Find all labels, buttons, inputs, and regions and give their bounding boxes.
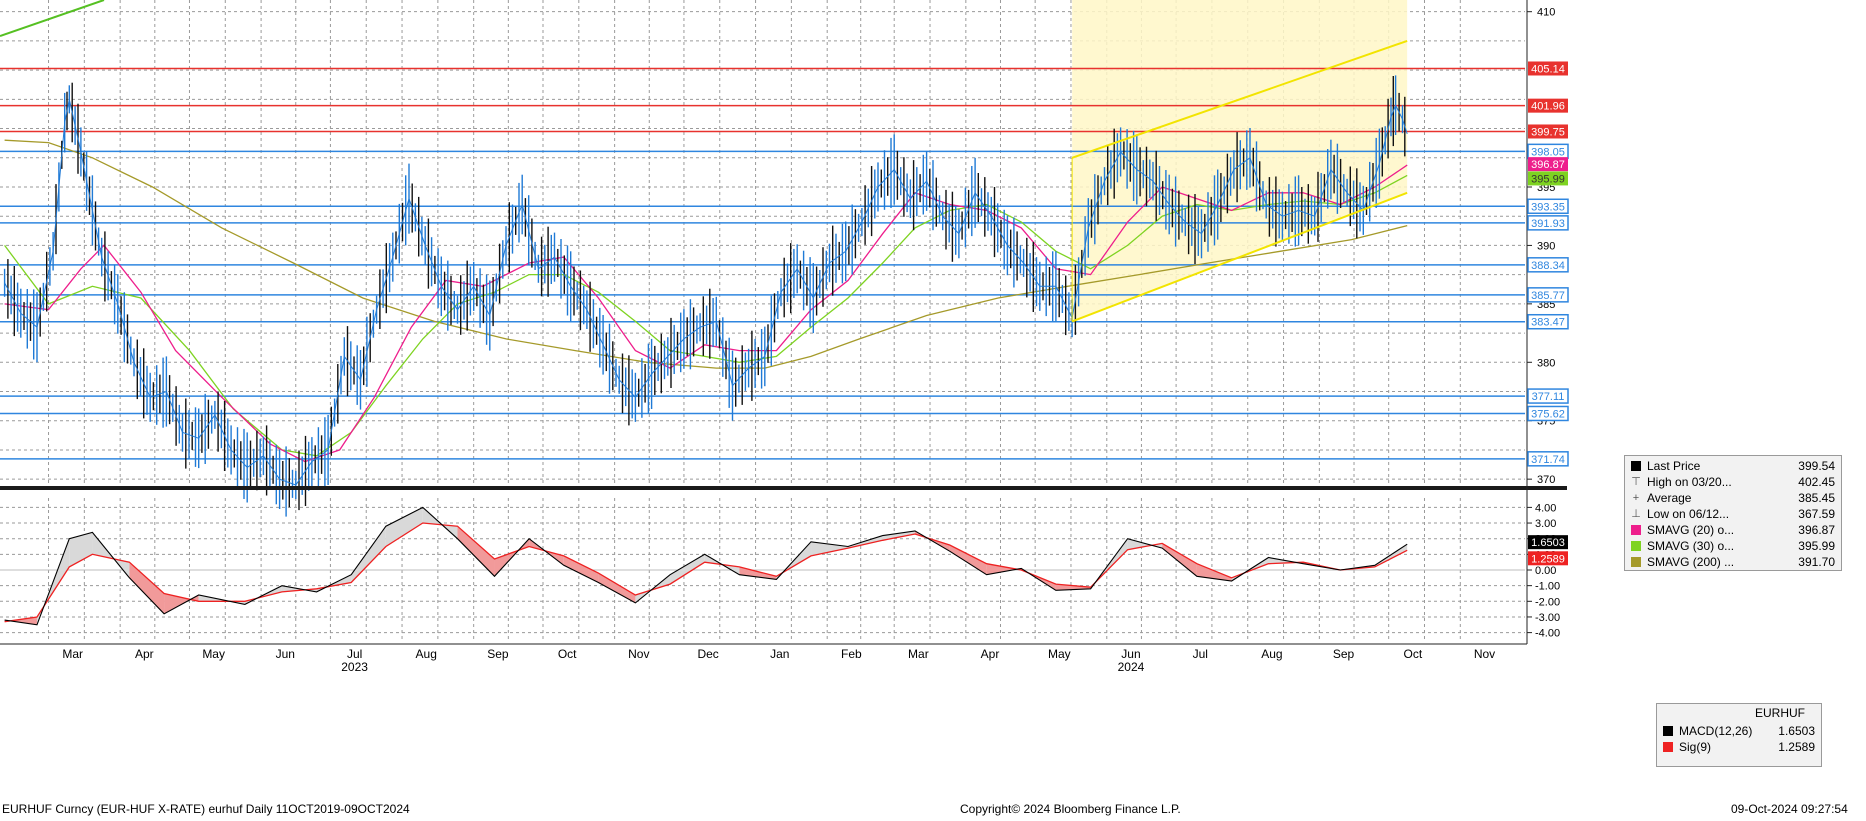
macd-value-tag: 1.2589 (1531, 553, 1565, 565)
y-tick-label: -3.00 (1535, 612, 1560, 624)
panel-separator (0, 486, 1567, 490)
x-tick-label: Jan (770, 647, 789, 661)
macd-legend: EURHUF MACD(12,26) 1.6503 Sig(9) 1.2589 (1656, 703, 1822, 767)
legend-item-smavg-30: SMAVG (30) o... 395.99 (1625, 538, 1841, 554)
x-tick-label: Oct (558, 647, 577, 661)
x-tick-label: May (1048, 647, 1071, 661)
y-tick-label: -2.00 (1535, 596, 1560, 608)
level-tag: 371.74 (1531, 454, 1565, 466)
footer-timestamp: 09-Oct-2024 09:27:54 (1731, 802, 1848, 816)
y-tick-label: 410 (1537, 7, 1555, 19)
x-tick-label: May (202, 647, 225, 661)
square-icon (1631, 557, 1641, 567)
y-tick-label: 4.00 (1535, 502, 1556, 514)
x-tick-label: Dec (697, 647, 718, 661)
y-tick-label: 380 (1537, 357, 1555, 369)
footer-copyright: Copyright© 2024 Bloomberg Finance L.P. (960, 802, 1181, 816)
y-tick-label: 0.00 (1535, 565, 1556, 577)
chart-area: 3703753803853903954104.003.002.001.000.0… (0, 0, 1569, 674)
plus-icon: + (1632, 492, 1640, 504)
macd-histogram-fill (4, 507, 1408, 625)
square-icon (1631, 525, 1641, 535)
macd-fill-segment (563, 555, 599, 583)
macd-fill-segment (670, 554, 705, 585)
x-tick-label: Jul (347, 647, 362, 661)
x-tick-label: Aug (416, 647, 437, 661)
macd-fill-segment (457, 526, 495, 577)
legend-item-signal: Sig(9) 1.2589 (1657, 739, 1821, 755)
x-tick-label: Mar (908, 647, 929, 661)
x-tick-label: Sep (487, 647, 509, 661)
high-marker-icon: ⊤ (1631, 476, 1641, 488)
x-tick-label: Sep (1333, 647, 1355, 661)
x-tick-label: Nov (1474, 647, 1495, 661)
level-tag: 393.35 (1531, 201, 1565, 213)
level-tag: 375.62 (1531, 408, 1565, 420)
level-tag: 385.77 (1531, 290, 1565, 302)
y-tick-label: 390 (1537, 240, 1555, 252)
x-tick-label: Mar (62, 647, 83, 661)
legend-item-macd: MACD(12,26) 1.6503 (1657, 723, 1821, 739)
level-tag: 383.47 (1531, 317, 1565, 329)
macd-fill-segment (1162, 543, 1197, 577)
x-tick-label: Nov (628, 647, 649, 661)
x-tick-label: Apr (135, 647, 154, 661)
level-tag: 391.93 (1531, 218, 1565, 230)
macd-legend-title: EURHUF (1755, 706, 1805, 720)
legend-item-last-price: Last Price 399.54 (1625, 458, 1841, 474)
square-icon (1631, 461, 1641, 471)
level-tag: 401.96 (1531, 101, 1565, 113)
legend-item-high: ⊤ High on 03/20... 402.45 (1631, 475, 1835, 489)
square-icon (1663, 726, 1673, 736)
x-year-label: 2024 (1118, 660, 1145, 674)
legend-item-smavg-20: SMAVG (20) o... 396.87 (1625, 522, 1841, 538)
value-tag: 395.99 (1531, 173, 1565, 185)
legend-item-smavg-200: SMAVG (200) ... 391.70 (1625, 554, 1841, 570)
legend-item-average: + Average 385.45 (1632, 491, 1835, 505)
value-tag: 396.87 (1531, 159, 1565, 171)
y-tick-label: 370 (1537, 474, 1555, 486)
low-marker-icon: ⊥ (1631, 508, 1641, 520)
level-tag: 405.14 (1531, 63, 1565, 75)
macd-fill-segment (598, 573, 636, 603)
x-tick-label: Oct (1404, 647, 1423, 661)
x-tick-label: Jul (1193, 647, 1208, 661)
x-tick-label: Jun (276, 647, 295, 661)
level-tag: 377.11 (1532, 391, 1565, 403)
x-tick-label: Feb (841, 647, 862, 661)
trend-line (0, 0, 105, 37)
y-tick-label: 3.00 (1535, 518, 1556, 530)
square-icon (1663, 742, 1673, 752)
x-tick-label: Jun (1121, 647, 1140, 661)
y-tick-label: -4.00 (1535, 628, 1560, 640)
y-tick-label: -1.00 (1535, 581, 1560, 593)
legend-item-low: ⊥ Low on 06/12... 367.59 (1631, 507, 1835, 521)
x-tick-label: Aug (1261, 647, 1282, 661)
x-tick-label: Apr (981, 647, 1000, 661)
price-legend: Last Price 399.54 ⊤ High on 03/20... 402… (1624, 455, 1842, 571)
macd-value-tag: 1.6503 (1531, 537, 1565, 549)
x-year-label: 2023 (341, 660, 368, 674)
footer-security: EURHUF Curncy (EUR-HUF X-RATE) eurhuf Da… (2, 802, 410, 816)
level-tag: 399.75 (1531, 126, 1565, 138)
square-icon (1631, 541, 1641, 551)
level-tag: 388.34 (1531, 260, 1565, 272)
level-tag: 398.05 (1531, 146, 1565, 158)
